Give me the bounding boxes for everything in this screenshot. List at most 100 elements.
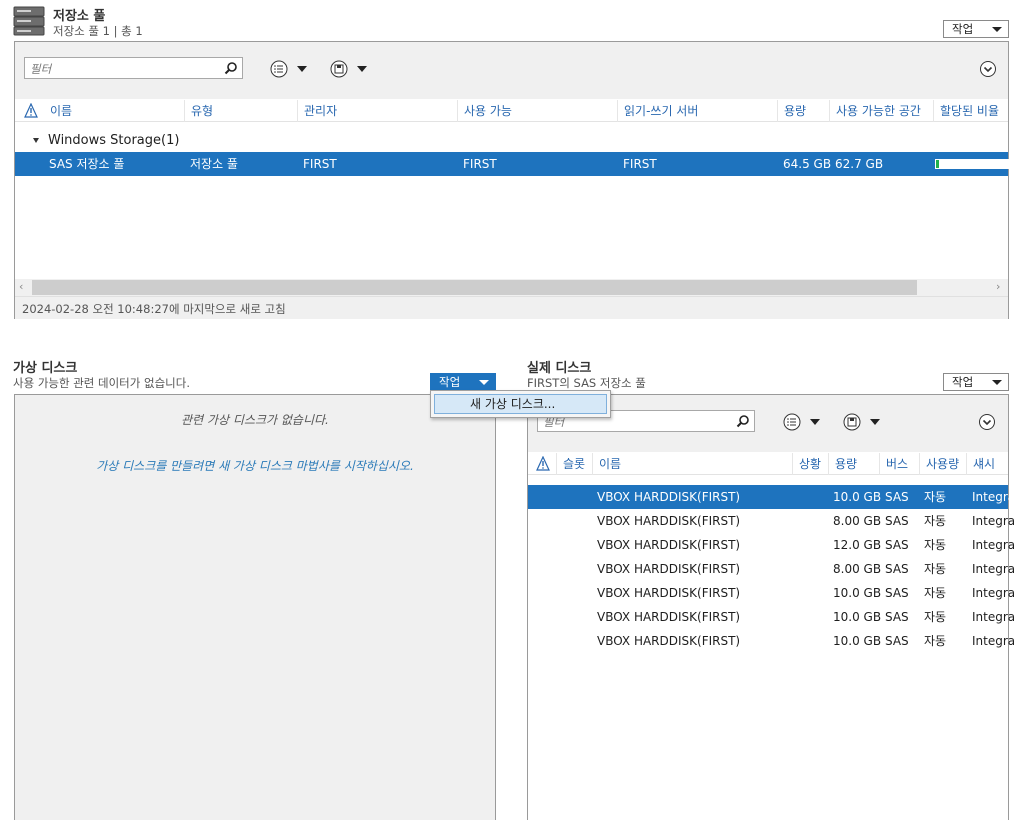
pool-type: 저장소 풀 (190, 157, 238, 171)
vdisk-section-title: 가상 디스크 (13, 361, 78, 376)
allocation-bar-fill (936, 160, 939, 168)
col-capacity[interactable]: 용량 (777, 100, 806, 122)
disk-name: VBOX HARDDISK(FIRST) (597, 562, 741, 576)
vdisk-section-subtitle: 사용 가능한 관련 데이터가 없습니다. (13, 376, 190, 390)
pool-available: FIRST (463, 157, 497, 171)
col-type[interactable]: 유형 (184, 100, 213, 122)
table-row[interactable]: VBOX HARDDISK(FIRST) 12.0 GB SAS 자동 Integra (528, 533, 1014, 557)
chevron-down-icon (992, 27, 1002, 32)
expand-circle-icon[interactable] (979, 60, 997, 81)
disk-bus: SAS (885, 514, 909, 528)
table-row[interactable]: VBOX HARDDISK(FIRST) 10.0 GB SAS 자동 Integra (528, 605, 1014, 629)
disk-capacity: 10.0 GB (833, 634, 882, 648)
disk-bus: SAS (885, 538, 909, 552)
disk-usage: 자동 (924, 610, 947, 624)
disk-chassis: Integra (972, 490, 1014, 504)
disk-bus: SAS (885, 490, 909, 504)
expand-circle-icon[interactable] (978, 413, 996, 434)
disk-name: VBOX HARDDISK(FIRST) (597, 514, 741, 528)
pool-filter-input[interactable]: 필터 (24, 57, 243, 79)
disk-usage: 자동 (924, 490, 947, 504)
pool-section-subtitle: 저장소 풀 1 | 총 1 (53, 24, 143, 38)
chevron-down-icon (992, 380, 1002, 385)
vdisk-tasks-label: 작업 (439, 375, 461, 389)
vdisk-empty-title: 관련 가상 디스크가 없습니다. (181, 413, 329, 427)
col-name[interactable]: 이름 (44, 100, 72, 122)
chevron-down-icon[interactable] (810, 419, 820, 425)
save-icon[interactable] (843, 413, 861, 434)
disk-chassis: Integra (972, 634, 1014, 648)
disk-capacity: 10.0 GB (833, 490, 882, 504)
collapse-triangle-icon[interactable] (33, 138, 39, 143)
list-options-icon[interactable] (270, 60, 288, 81)
table-row[interactable]: VBOX HARDDISK(FIRST) 8.00 GB SAS 자동 Integra (528, 557, 1014, 581)
disk-bus: SAS (885, 610, 909, 624)
col-bus[interactable]: 버스 (879, 453, 908, 475)
col-available[interactable]: 사용 가능 (457, 100, 512, 122)
disk-chassis: Integra (972, 586, 1014, 600)
disk-usage: 자동 (924, 634, 947, 648)
save-icon[interactable] (330, 60, 348, 81)
vdisk-tasks-button[interactable]: 작업 (430, 373, 496, 391)
col-free-space[interactable]: 사용 가능한 공간 (829, 100, 921, 122)
chevron-down-icon[interactable] (870, 419, 880, 425)
col-allocated[interactable]: 할당된 비율 (933, 100, 999, 122)
group-header[interactable]: Windows Storage(1) (15, 130, 1008, 152)
chevron-down-icon[interactable] (297, 66, 307, 72)
disk-chassis: Integra (972, 562, 1014, 576)
disk-capacity: 10.0 GB (833, 586, 882, 600)
pool-filter-placeholder: 필터 (30, 62, 52, 76)
disk-bus: SAS (885, 562, 909, 576)
pool-section-title: 저장소 풀 (53, 9, 106, 24)
table-row[interactable]: SAS 저장소 풀 저장소 풀 FIRST FIRST FIRST 64.5 G… (15, 152, 1014, 176)
new-virtual-disk-menu-item[interactable]: 새 가상 디스크... (434, 394, 607, 414)
disk-capacity: 12.0 GB (833, 538, 882, 552)
pdisk-panel: 필터 슬롯 이름 상황 용량 버스 사용량 섀시 VBOX HARDDISK(F… (527, 394, 1014, 820)
search-icon[interactable] (736, 414, 750, 431)
table-row[interactable]: VBOX HARDDISK(FIRST) 10.0 GB SAS 자동 Integra (528, 629, 1014, 653)
disk-usage: 자동 (924, 514, 947, 528)
pool-tasks-button[interactable]: 작업 (943, 20, 1009, 38)
disk-usage: 자동 (924, 586, 947, 600)
warning-icon[interactable] (24, 102, 38, 122)
warning-icon[interactable] (536, 455, 550, 475)
pool-panel: 필터 이름 유형 관리자 사용 가능 읽기-쓰기 서버 용량 사용 가능한 공간… (14, 41, 1014, 319)
pdisk-tasks-button[interactable]: 작업 (943, 373, 1009, 391)
col-name[interactable]: 이름 (592, 453, 621, 475)
disk-capacity: 8.00 GB (833, 562, 882, 576)
new-vdisk-wizard-link[interactable]: 가상 디스크를 만들려면 새 가상 디스크 마법사를 시작하십시오. (15, 457, 495, 474)
table-row[interactable]: VBOX HARDDISK(FIRST) 10.0 GB SAS 자동 Integra (528, 485, 1014, 509)
scrollbar-thumb[interactable] (32, 280, 917, 295)
disk-chassis: Integra (972, 538, 1014, 552)
vdisk-task-menu: 새 가상 디스크... (430, 390, 611, 418)
disk-usage: 자동 (924, 538, 947, 552)
scroll-right-icon[interactable]: › (996, 280, 1000, 293)
chevron-down-icon (479, 380, 489, 385)
table-row[interactable]: VBOX HARDDISK(FIRST) 8.00 GB SAS 자동 Integra (528, 509, 1014, 533)
col-rw-server[interactable]: 읽기-쓰기 서버 (617, 100, 698, 122)
list-options-icon[interactable] (783, 413, 801, 434)
pool-tasks-label: 작업 (952, 22, 974, 36)
pool-table-header: 이름 유형 관리자 사용 가능 읽기-쓰기 서버 용량 사용 가능한 공간 할당… (15, 100, 1008, 122)
col-chassis[interactable]: 섀시 (966, 453, 995, 475)
disk-name: VBOX HARDDISK(FIRST) (597, 538, 741, 552)
pdisk-tasks-label: 작업 (952, 375, 974, 389)
col-manager[interactable]: 관리자 (297, 100, 337, 122)
disk-bus: SAS (885, 586, 909, 600)
disk-chassis: Integra (972, 514, 1014, 528)
last-refresh-text: 2024-02-28 오전 10:48:27에 마지막으로 새로 고침 (22, 302, 286, 316)
col-capacity[interactable]: 용량 (828, 453, 857, 475)
pool-horizontal-scrollbar[interactable]: ‹ › (15, 279, 1008, 296)
scroll-left-icon[interactable]: ‹ (19, 280, 23, 293)
pool-name: SAS 저장소 풀 (49, 157, 125, 171)
search-icon[interactable] (224, 61, 238, 78)
col-usage[interactable]: 사용량 (919, 453, 959, 475)
col-slot[interactable]: 슬롯 (556, 453, 585, 475)
disk-name: VBOX HARDDISK(FIRST) (597, 490, 741, 504)
storage-pool-icon (13, 6, 45, 36)
table-row[interactable]: VBOX HARDDISK(FIRST) 10.0 GB SAS 자동 Integra (528, 581, 1014, 605)
allocation-bar (935, 159, 1014, 169)
pdisk-section-title: 실제 디스크 (527, 361, 592, 376)
chevron-down-icon[interactable] (357, 66, 367, 72)
col-status[interactable]: 상황 (792, 453, 821, 475)
